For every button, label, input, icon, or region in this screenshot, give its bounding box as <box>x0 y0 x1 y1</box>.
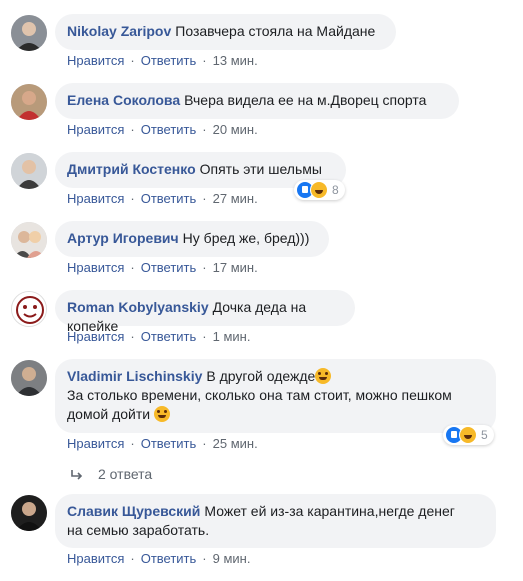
separator: · <box>130 260 135 275</box>
separator: · <box>202 260 207 275</box>
like-button[interactable]: Нравится <box>67 191 124 206</box>
separator: · <box>130 122 135 137</box>
grinning-emoji-icon <box>315 368 332 384</box>
comment-text: Ну бред же, бред))) <box>182 230 310 246</box>
comment-time[interactable]: 20 мин. <box>213 122 258 137</box>
separator: · <box>202 191 207 206</box>
comment-actions: Нравится · Ответить · 1 мин. <box>67 329 250 344</box>
reply-arrow-icon <box>71 470 83 480</box>
avatar[interactable] <box>11 360 47 396</box>
comment-time[interactable]: 1 мин. <box>213 329 251 344</box>
reply-button[interactable]: Ответить <box>141 191 197 206</box>
comment-actions: Нравится · Ответить · 20 мин. <box>67 122 258 137</box>
comment-bubble: Nikolay Zaripov Позавчера стояла на Майда… <box>55 14 396 50</box>
separator: · <box>202 551 207 566</box>
separator: · <box>202 329 207 344</box>
avatar[interactable] <box>11 153 47 189</box>
separator: · <box>130 436 135 451</box>
comment-text: Может ей из-за карантина,негде денег <box>204 503 455 519</box>
comment-time[interactable]: 9 мин. <box>213 551 251 566</box>
view-replies-link[interactable]: 2 ответа <box>70 466 152 482</box>
comment-actions: Нравится · Ответить · 17 мин. <box>67 260 258 275</box>
comment-actions: Нравится · Ответить · 27 мин. <box>67 191 258 206</box>
avatar[interactable] <box>11 15 47 51</box>
like-button[interactable]: Нравится <box>67 122 124 137</box>
comment-time[interactable]: 25 мин. <box>213 436 258 451</box>
comment-text-line: За столько времени, сколько она там стои… <box>67 387 452 403</box>
avatar[interactable] <box>11 495 47 531</box>
haha-reaction-icon <box>459 426 477 444</box>
like-button[interactable]: Нравится <box>67 53 124 68</box>
like-button[interactable]: Нравится <box>67 260 124 275</box>
separator: · <box>202 53 207 68</box>
avatar[interactable] <box>11 84 47 120</box>
avatar[interactable] <box>11 291 47 327</box>
comment-author[interactable]: Дмитрий Костенко <box>67 161 196 177</box>
comment-author[interactable]: Roman Kobylyanskiy <box>67 299 209 315</box>
separator: · <box>130 53 135 68</box>
replies-count-label[interactable]: 2 ответа <box>98 466 152 482</box>
separator: · <box>130 329 135 344</box>
comment-bubble: Roman Kobylyanskiy Дочка деда на копейке <box>55 290 355 334</box>
reply-button[interactable]: Ответить <box>141 53 197 68</box>
like-button[interactable]: Нравится <box>67 436 124 451</box>
comment-bubble: Елена Соколова Вчера видела ее на м.Дворе… <box>55 83 459 119</box>
reply-button[interactable]: Ответить <box>141 436 197 451</box>
comment-time[interactable]: 17 мин. <box>213 260 258 275</box>
comment-bubble: Славик Щуревский Может ей из-за карантина… <box>55 494 496 548</box>
separator: · <box>202 122 207 137</box>
grinning-emoji-icon <box>153 406 170 422</box>
comment-actions: Нравится · Ответить · 25 мин. <box>67 436 258 451</box>
separator: · <box>202 436 207 451</box>
comment-text-line: домой дойти <box>67 406 151 422</box>
separator: · <box>130 551 135 566</box>
comment-actions: Нравится · Ответить · 9 мин. <box>67 551 250 566</box>
comment-author[interactable]: Елена Соколова <box>67 92 180 108</box>
comment-text-line: на семью заработать. <box>67 522 210 538</box>
reply-button[interactable]: Ответить <box>141 329 197 344</box>
separator: · <box>130 191 135 206</box>
reply-button[interactable]: Ответить <box>141 260 197 275</box>
comment-time[interactable]: 13 мин. <box>213 53 258 68</box>
avatar[interactable] <box>11 222 47 258</box>
reaction-count: 5 <box>481 428 488 442</box>
comment-author[interactable]: Славик Щуревский <box>67 503 200 519</box>
reaction-count: 8 <box>332 183 339 197</box>
comment-author[interactable]: Vladimir Lischinskiy <box>67 368 202 384</box>
comment-actions: Нравится · Ответить · 13 мин. <box>67 53 258 68</box>
comment-time[interactable]: 27 мин. <box>213 191 258 206</box>
comment-text: Вчера видела ее на м.Дворец спорта <box>184 92 427 108</box>
like-button[interactable]: Нравится <box>67 551 124 566</box>
reaction-summary[interactable]: 5 <box>443 425 494 445</box>
haha-reaction-icon <box>310 181 328 199</box>
comment-bubble: Артур Игоревич Ну бред же, бред))) <box>55 221 329 257</box>
like-button[interactable]: Нравится <box>67 329 124 344</box>
comment-text: Опять эти шельмы <box>199 161 322 177</box>
comment-text: Позавчера стояла на Майдане <box>175 23 376 39</box>
comment-author[interactable]: Nikolay Zaripov <box>67 23 171 39</box>
comment-author[interactable]: Артур Игоревич <box>67 230 179 246</box>
reply-button[interactable]: Ответить <box>141 122 197 137</box>
comment-text: В другой одежде <box>206 368 316 384</box>
reply-button[interactable]: Ответить <box>141 551 197 566</box>
reaction-summary[interactable]: 8 <box>294 180 345 200</box>
comment-bubble: Vladimir Lischinskiy В другой одежде За с… <box>55 359 496 433</box>
